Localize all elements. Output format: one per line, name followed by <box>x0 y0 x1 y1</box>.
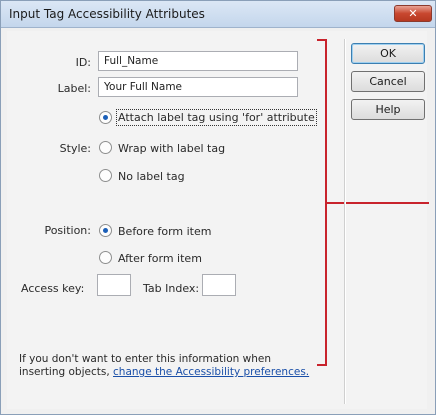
dialog-title: Input Tag Accessibility Attributes <box>9 7 205 21</box>
annotation-pointer <box>325 202 429 204</box>
note-line-2: inserting objects, change the Accessibil… <box>19 366 319 379</box>
ok-button[interactable]: OK <box>351 43 425 64</box>
position-radio-after[interactable] <box>99 251 112 264</box>
style-option-for-attribute[interactable]: Attach label tag using 'for' attribute <box>116 109 317 126</box>
cancel-button[interactable]: Cancel <box>351 71 425 92</box>
access-key-label: Access key: <box>21 282 85 295</box>
position-option-after[interactable]: After form item <box>118 252 202 265</box>
title-bar[interactable]: Input Tag Accessibility Attributes ✕ <box>1 1 435 28</box>
style-option-no-label[interactable]: No label tag <box>118 170 185 183</box>
dialog-window: Input Tag Accessibility Attributes ✕ ID:… <box>0 0 436 415</box>
label-label: Label: <box>57 82 91 95</box>
style-radio-for-attribute[interactable] <box>99 111 112 124</box>
style-radio-no-label[interactable] <box>99 169 112 182</box>
style-option-wrap[interactable]: Wrap with label tag <box>118 142 225 155</box>
close-icon: ✕ <box>408 7 418 20</box>
id-label: ID: <box>75 56 91 69</box>
style-label: Style: <box>59 142 91 155</box>
annotation-bracket-bottom <box>317 364 327 366</box>
accessibility-preferences-link[interactable]: change the Accessibility preferences. <box>113 366 309 378</box>
preferences-note: If you don't want to enter this informat… <box>19 353 319 379</box>
style-radio-wrap[interactable] <box>99 141 112 154</box>
button-separator <box>344 39 346 404</box>
note-line-1: If you don't want to enter this informat… <box>19 353 271 365</box>
id-field[interactable]: Full_Name <box>98 51 298 71</box>
position-label: Position: <box>44 224 91 237</box>
position-option-before[interactable]: Before form item <box>118 225 211 238</box>
help-button[interactable]: Help <box>351 99 425 120</box>
tab-index-field[interactable] <box>202 274 236 296</box>
tab-index-label: Tab Index: <box>143 282 200 295</box>
dialog-content: ID: Full_Name Label: Your Full Name Atta… <box>7 31 429 409</box>
position-radio-before[interactable] <box>99 224 112 237</box>
label-field[interactable]: Your Full Name <box>98 77 298 97</box>
close-button[interactable]: ✕ <box>394 5 432 22</box>
note-prefix: inserting objects, <box>19 366 114 378</box>
access-key-field[interactable] <box>97 274 131 296</box>
